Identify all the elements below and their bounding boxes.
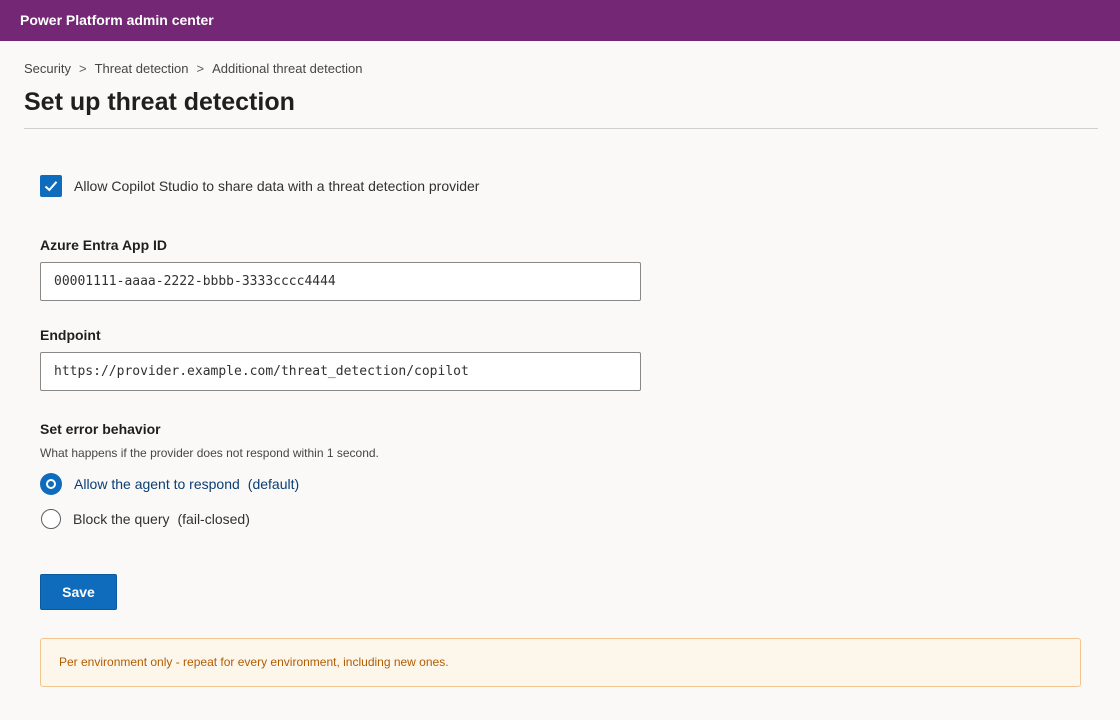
- error-behavior-helper: What happens if the provider does not re…: [40, 446, 379, 460]
- checkmark-icon: [44, 181, 58, 192]
- radio-label-allow: Allow the agent to respond (default): [74, 476, 300, 492]
- app-header: Power Platform admin center: [0, 0, 1120, 41]
- radio-label-block: Block the query (fail-closed): [73, 511, 250, 527]
- app-id-label: Azure Entra App ID: [40, 237, 168, 253]
- radio-selected-icon[interactable]: [40, 473, 62, 495]
- radio-option-block[interactable]: Block the query (fail-closed): [40, 509, 250, 529]
- endpoint-input[interactable]: https://provider.example.com/threat_dete…: [40, 352, 641, 391]
- app-id-input[interactable]: 00001111-aaaa-2222-bbbb-3333cccc4444: [40, 262, 641, 301]
- notice-text: Per environment only - repeat for every …: [59, 655, 449, 669]
- radio-option-allow[interactable]: Allow the agent to respond (default): [40, 473, 299, 495]
- breadcrumb-item-security[interactable]: Security: [24, 61, 71, 76]
- consent-checkbox-row[interactable]: Allow Copilot Studio to share data with …: [40, 175, 479, 197]
- app-title: Power Platform admin center: [20, 12, 214, 28]
- breadcrumb-separator: >: [196, 61, 205, 76]
- breadcrumb-separator: >: [78, 61, 87, 76]
- consent-checkbox[interactable]: [40, 175, 62, 197]
- consent-checkbox-label: Allow Copilot Studio to share data with …: [74, 178, 480, 194]
- title-divider: [24, 128, 1098, 129]
- breadcrumb-item-threat-detection[interactable]: Threat detection: [95, 61, 189, 76]
- endpoint-label: Endpoint: [40, 327, 101, 343]
- environment-notice: Per environment only - repeat for every …: [40, 638, 1081, 687]
- save-button[interactable]: Save: [40, 574, 117, 610]
- breadcrumb-item-additional-threat-detection: Additional threat detection: [212, 61, 363, 76]
- error-behavior-title: Set error behavior: [40, 421, 161, 437]
- page-title: Set up threat detection: [24, 88, 295, 116]
- radio-empty-icon[interactable]: [41, 509, 61, 529]
- breadcrumb: Security > Threat detection > Additional…: [24, 61, 362, 76]
